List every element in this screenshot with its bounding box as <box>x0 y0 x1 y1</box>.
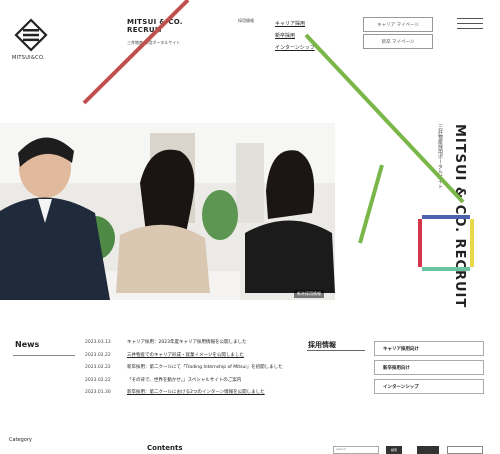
news-item[interactable]: 2023.01.30 新卒採用：第二クールにおける2つのインターン情報を公開しま… <box>85 387 283 400</box>
news-date: 2023.01.30 <box>85 390 111 395</box>
site-title-line1: MITSUI & CO. <box>127 18 183 26</box>
recruit-divider <box>307 350 365 351</box>
brand-color-square <box>418 215 474 271</box>
news-text[interactable]: 新卒採用：第二クールにて「Trading Internship of Mitsu… <box>127 362 283 375</box>
nav-link-new-grad[interactable]: 新卒採用 <box>275 30 315 42</box>
news-heading: News <box>15 340 40 349</box>
nav-link-career[interactable]: キャリア採用 <box>275 18 315 30</box>
nav-link-internship[interactable]: インターンシップ <box>275 42 315 54</box>
news-item[interactable]: 2023.02.22 「その背で、世界を動かせ。」スペシャルサイトのご案内 <box>85 375 283 388</box>
news-date: 2023.03.13 <box>85 340 111 345</box>
site-title[interactable]: MITSUI & CO. RECRUIT <box>127 18 183 34</box>
hero-caption: 新卒採用情報 <box>294 290 324 298</box>
recruit-heading: 採用情報 <box>308 341 336 349</box>
footer-button-2[interactable] <box>417 446 439 454</box>
green-annotation-line-2 <box>358 164 384 244</box>
news-divider <box>13 355 75 356</box>
new-grad-mypage-button[interactable]: 新卒 マイページ <box>363 34 433 49</box>
news-text[interactable]: 三井物産でのキャリア形成・就業イメージを公開しました <box>127 350 244 363</box>
new-grad-recruit-button[interactable]: 新卒採用向け <box>374 360 484 375</box>
news-item[interactable]: 2023.03.13 キャリア採用：2023年度キャリア採用情報を公開しました <box>85 337 283 350</box>
footer-button-3[interactable] <box>447 446 483 454</box>
site-title-line2: RECRUIT <box>127 26 163 34</box>
red-annotation-line <box>82 0 190 105</box>
news-list: 2023.03.13 キャリア採用：2023年度キャリア採用情報を公開しました … <box>85 337 283 400</box>
news-item[interactable]: 2023.02.22 新卒採用：第二クールにて「Trading Internsh… <box>85 362 283 375</box>
hamburger-menu-icon[interactable] <box>457 18 483 29</box>
internship-button[interactable]: インターンシップ <box>374 379 484 394</box>
news-date: 2023.02.22 <box>85 365 111 370</box>
news-date: 2023.02.22 <box>85 377 111 383</box>
news-date: 2023.02.22 <box>85 352 111 358</box>
news-item[interactable]: 2023.02.22 三井物産でのキャリア形成・就業イメージを公開しました <box>85 350 283 363</box>
news-text[interactable]: 新卒採用：第二クールにおける2つのインターン情報を公開しました <box>127 387 265 400</box>
vertical-site-subtitle: 三井物産採用ポータルサイト <box>437 124 443 189</box>
contents-label: Contents <box>147 444 183 452</box>
search-input[interactable]: search <box>333 446 379 454</box>
career-recruit-button[interactable]: キャリア採用向け <box>374 341 484 356</box>
career-mypage-button[interactable]: キャリア マイページ <box>363 17 433 32</box>
news-text[interactable]: 「その背で、世界を動かせ。」スペシャルサイトのご案内 <box>127 375 241 388</box>
site-subtitle: 三井物産 採用ポータルサイト <box>127 40 181 45</box>
nav-heading: 採用情報 <box>238 18 254 23</box>
header-nav: キャリア採用 新卒採用 インターンシップ <box>275 18 315 54</box>
mitsui-logo[interactable] <box>14 18 48 52</box>
news-text[interactable]: キャリア採用：2023年度キャリア採用情報を公開しました <box>127 337 246 350</box>
hero-image <box>0 123 335 300</box>
search-button[interactable]: 検索 <box>386 446 402 454</box>
logo-text: MITSUI&CO. <box>12 55 45 61</box>
category-label: Category <box>9 437 32 443</box>
